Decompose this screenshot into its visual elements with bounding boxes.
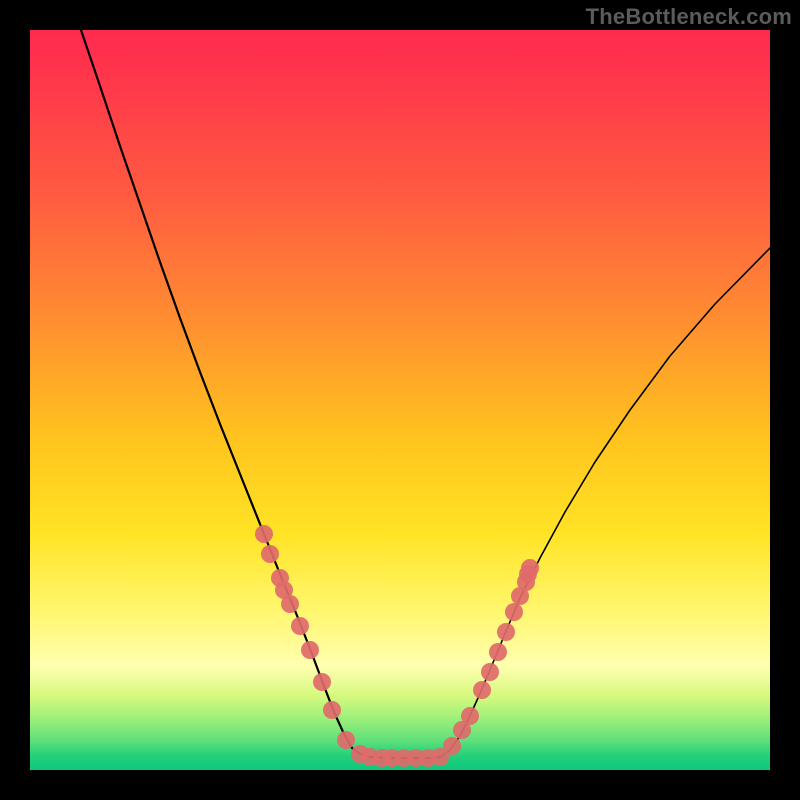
data-dot: [473, 681, 491, 699]
data-dot: [489, 643, 507, 661]
dot-group: [255, 525, 539, 767]
data-dot: [255, 525, 273, 543]
data-dot: [301, 641, 319, 659]
data-dot: [281, 595, 299, 613]
chart-stage: TheBottleneck.com: [0, 0, 800, 800]
data-dot: [261, 545, 279, 563]
data-dot: [481, 663, 499, 681]
data-dot: [521, 559, 539, 577]
data-dot: [497, 623, 515, 641]
curve-layer: [30, 30, 770, 770]
data-dot: [323, 701, 341, 719]
curve-left-branch: [81, 30, 370, 757]
plot-area: [30, 30, 770, 770]
data-dot: [505, 603, 523, 621]
data-dot: [461, 707, 479, 725]
data-dot: [291, 617, 309, 635]
data-dot: [443, 737, 461, 755]
watermark-text: TheBottleneck.com: [586, 4, 792, 30]
data-dot: [313, 673, 331, 691]
data-dot: [337, 731, 355, 749]
